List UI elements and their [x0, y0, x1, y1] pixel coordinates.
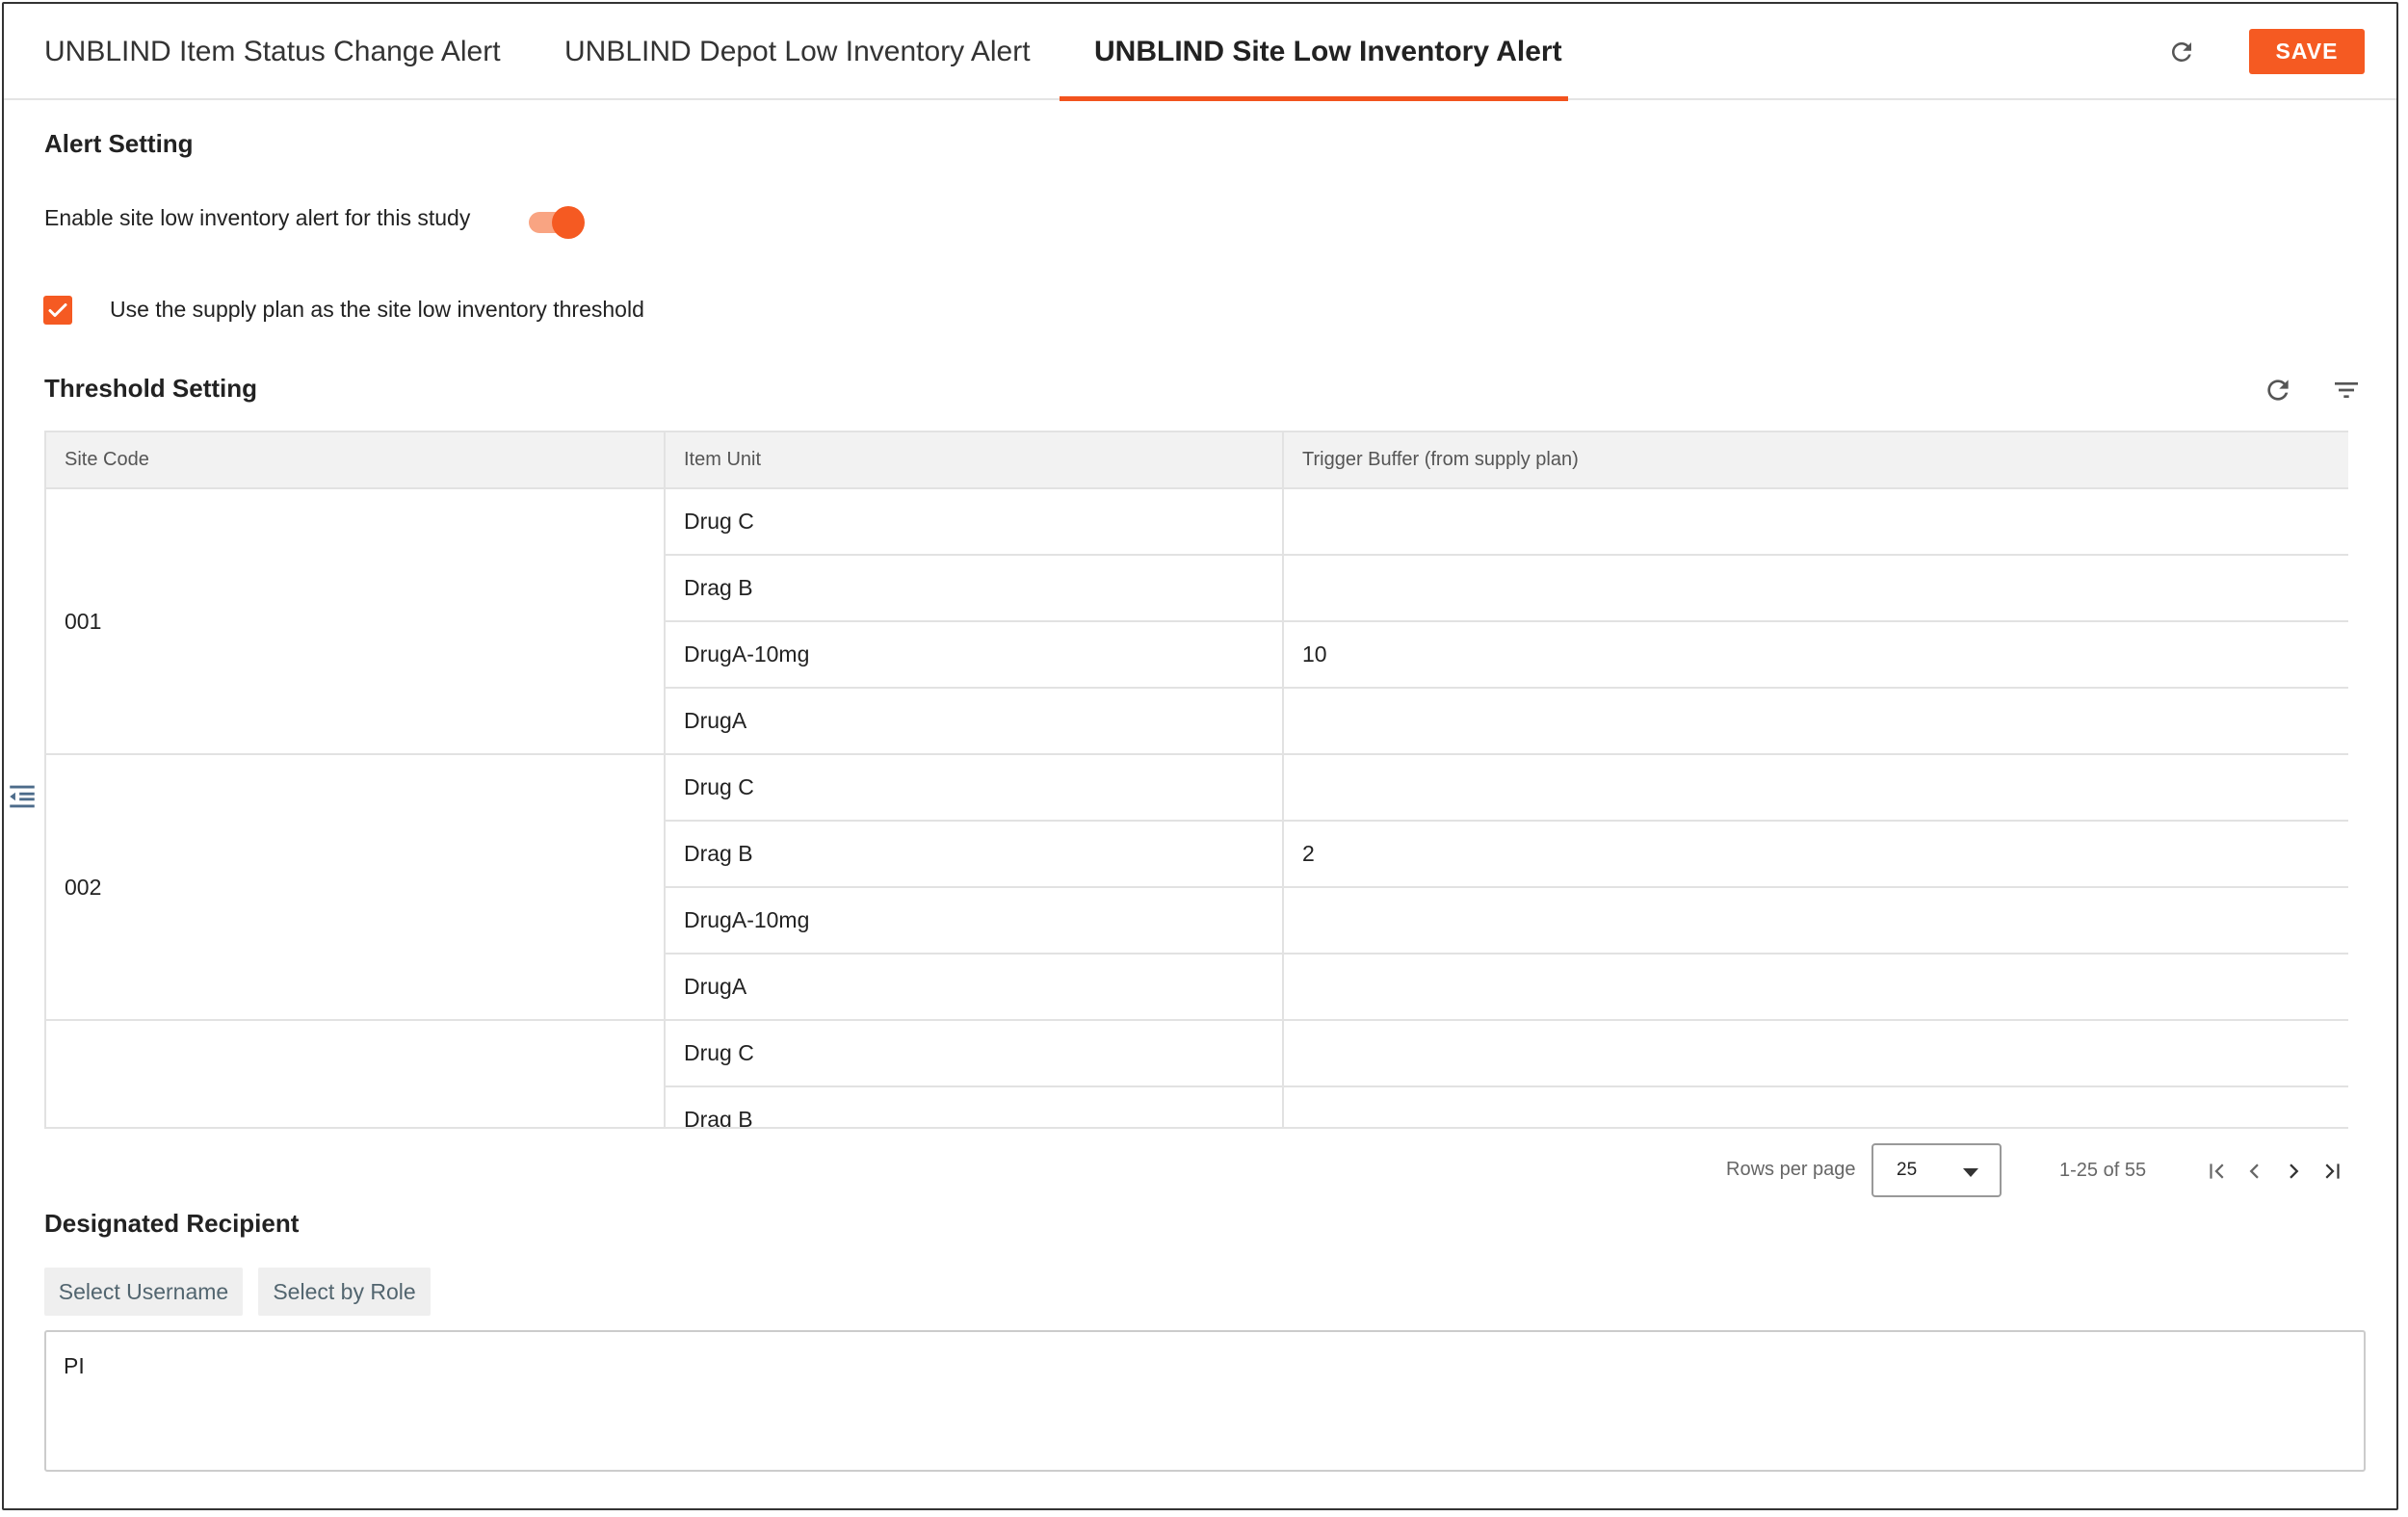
tab-site-low-inventory[interactable]: UNBLIND Site Low Inventory Alert [1094, 4, 1562, 98]
table-row: 002 Drug C [46, 754, 2348, 1021]
alert-setting-title: Alert Setting [44, 129, 194, 158]
rows-per-page-label: Rows per page [1726, 1159, 1856, 1180]
site-code-cell: 001 [46, 488, 666, 755]
column-header-item-unit: Item Unit [665, 432, 1284, 489]
check-icon [48, 303, 67, 317]
item-unit-cell: DrugA-10mg [665, 621, 1284, 689]
site-code-cell: 002 [46, 754, 666, 1021]
previous-page-icon[interactable] [2238, 1155, 2271, 1188]
item-unit-cell: Drug C [665, 488, 1284, 556]
dropdown-arrow-icon [1963, 1168, 1978, 1177]
trigger-buffer-cell[interactable]: 10 [1283, 621, 2348, 689]
trigger-buffer-cell[interactable] [1283, 954, 2348, 1021]
column-header-trigger-buffer: Trigger Buffer (from supply plan) [1283, 432, 2348, 489]
trigger-buffer-cell[interactable] [1283, 555, 2348, 622]
tab-bar: UNBLIND Item Status Change Alert UNBLIND… [4, 4, 2396, 101]
trigger-buffer-cell[interactable] [1283, 1086, 2348, 1127]
rows-per-page-select[interactable]: 25 [1871, 1143, 2002, 1197]
filter-icon[interactable] [2329, 373, 2364, 407]
trigger-buffer-cell[interactable] [1283, 754, 2348, 822]
trigger-buffer-cell[interactable] [1283, 887, 2348, 955]
enable-alert-toggle[interactable] [525, 204, 587, 239]
refresh-icon[interactable] [2165, 36, 2198, 68]
item-unit-cell: Drag B [665, 1086, 1284, 1127]
recipient-list-field[interactable]: PI [44, 1330, 2366, 1472]
rows-per-page-value: 25 [1897, 1160, 1918, 1180]
item-unit-cell: Drug C [665, 1020, 1284, 1087]
item-unit-cell: Drag B [665, 555, 1284, 622]
item-unit-cell: DrugA [665, 954, 1284, 1021]
trigger-buffer-cell[interactable] [1283, 488, 2348, 556]
select-username-button[interactable]: Select Username [44, 1268, 243, 1316]
select-by-role-button[interactable]: Select by Role [258, 1268, 431, 1316]
active-tab-indicator [1060, 96, 1568, 101]
table-row: Drug C [46, 1020, 2348, 1127]
site-code-cell [46, 1020, 666, 1127]
supply-plan-checkbox[interactable] [43, 296, 72, 325]
first-page-icon[interactable] [2201, 1155, 2234, 1188]
save-button[interactable]: SAVE [2249, 29, 2365, 74]
collapse-panel-icon[interactable] [6, 780, 39, 813]
column-header-site-code: Site Code [46, 432, 666, 489]
trigger-buffer-cell[interactable] [1283, 1020, 2348, 1087]
toggle-knob [552, 206, 585, 239]
enable-alert-label: Enable site low inventory alert for this… [44, 205, 471, 230]
trigger-buffer-cell[interactable]: 2 [1283, 821, 2348, 888]
threshold-setting-title: Threshold Setting [44, 374, 257, 403]
item-unit-cell: Drag B [665, 821, 1284, 888]
pagination-range: 1-25 of 55 [2059, 1160, 2147, 1181]
threshold-table: Site Code Item Unit Trigger Buffer (from… [44, 431, 2348, 1129]
table-header-row: Site Code Item Unit Trigger Buffer (from… [46, 432, 2348, 489]
item-unit-cell: DrugA [665, 688, 1284, 755]
next-page-icon[interactable] [2277, 1155, 2310, 1188]
supply-plan-label: Use the supply plan as the site low inve… [110, 297, 644, 322]
designated-recipient-title: Designated Recipient [44, 1209, 300, 1238]
tab-item-status-change[interactable]: UNBLIND Item Status Change Alert [44, 4, 501, 98]
last-page-icon[interactable] [2316, 1155, 2348, 1188]
item-unit-cell: Drug C [665, 754, 1284, 822]
item-unit-cell: DrugA-10mg [665, 887, 1284, 955]
tab-depot-low-inventory[interactable]: UNBLIND Depot Low Inventory Alert [564, 4, 1031, 98]
trigger-buffer-cell[interactable] [1283, 688, 2348, 755]
table-refresh-icon[interactable] [2261, 373, 2295, 407]
table-row: 001 Drug C [46, 488, 2348, 755]
